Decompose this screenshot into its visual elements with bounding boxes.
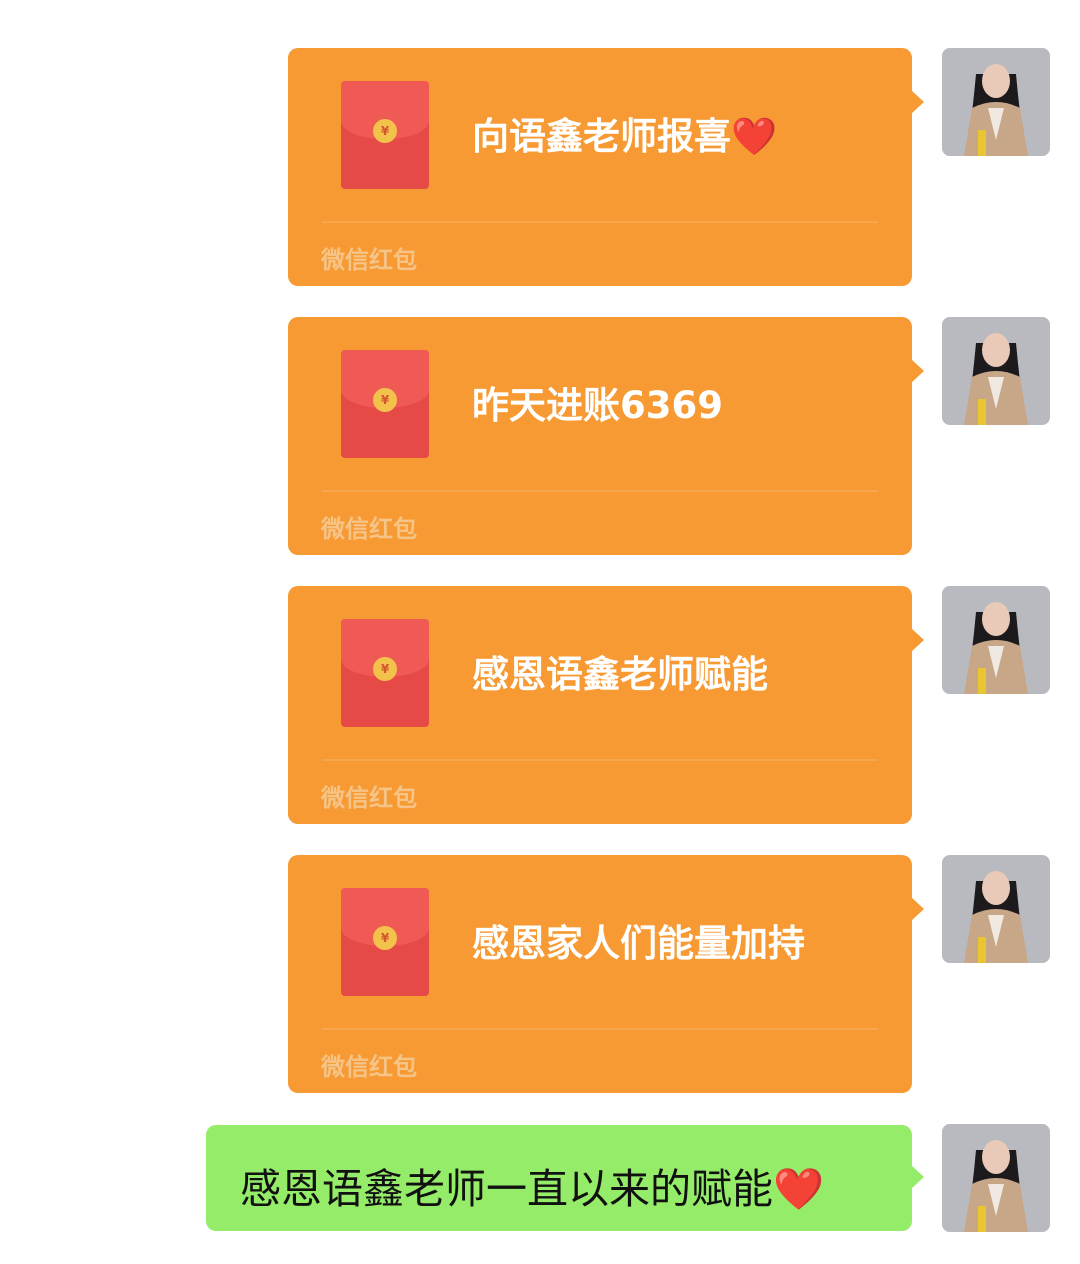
bubble-tail xyxy=(911,90,924,114)
red-envelope-icon: ¥ xyxy=(341,81,429,189)
coin-icon: ¥ xyxy=(373,119,397,143)
red-packet-message[interactable]: ¥ 昨天进账6369 微信红包 xyxy=(288,317,924,555)
divider xyxy=(322,490,878,492)
red-packet-footer: 微信红包 xyxy=(321,246,417,274)
bubble-tail xyxy=(911,359,924,383)
coin-icon: ¥ xyxy=(373,657,397,681)
text-message[interactable]: 感恩语鑫老师一直以来的赋能❤️ xyxy=(206,1125,924,1231)
avatar-image xyxy=(942,855,1050,963)
avatar[interactable] xyxy=(942,1124,1050,1232)
red-packet-title: 感恩语鑫老师赋能 xyxy=(472,653,768,696)
avatar[interactable] xyxy=(942,855,1050,963)
red-packet-footer: 微信红包 xyxy=(321,784,417,812)
avatar-image xyxy=(942,317,1050,425)
red-packet-title: 昨天进账6369 xyxy=(472,384,723,427)
red-packet-title: 向语鑫老师报喜❤️ xyxy=(472,115,778,158)
red-packet-title: 感恩家人们能量加持 xyxy=(472,922,805,965)
divider xyxy=(322,1028,878,1030)
avatar[interactable] xyxy=(942,586,1050,694)
avatar-image xyxy=(942,48,1050,156)
avatar-image xyxy=(942,1124,1050,1232)
divider xyxy=(322,221,878,223)
red-envelope-icon: ¥ xyxy=(341,619,429,727)
bubble-tail xyxy=(911,897,924,921)
avatar[interactable] xyxy=(942,317,1050,425)
red-packet-footer: 微信红包 xyxy=(321,515,417,543)
red-packet-message[interactable]: ¥ 感恩语鑫老师赋能 微信红包 xyxy=(288,586,924,824)
coin-icon: ¥ xyxy=(373,926,397,950)
red-packet-footer: 微信红包 xyxy=(321,1053,417,1081)
message-text: 感恩语鑫老师一直以来的赋能❤️ xyxy=(240,1165,825,1213)
avatar-image xyxy=(942,586,1050,694)
coin-icon: ¥ xyxy=(373,388,397,412)
red-envelope-icon: ¥ xyxy=(341,350,429,458)
red-packet-message[interactable]: ¥ 向语鑫老师报喜❤️ 微信红包 xyxy=(288,48,924,286)
bubble-tail xyxy=(911,628,924,652)
red-envelope-icon: ¥ xyxy=(341,888,429,996)
divider xyxy=(322,759,878,761)
avatar[interactable] xyxy=(942,48,1050,156)
bubble-tail xyxy=(911,1165,924,1189)
red-packet-message[interactable]: ¥ 感恩家人们能量加持 微信红包 xyxy=(288,855,924,1093)
